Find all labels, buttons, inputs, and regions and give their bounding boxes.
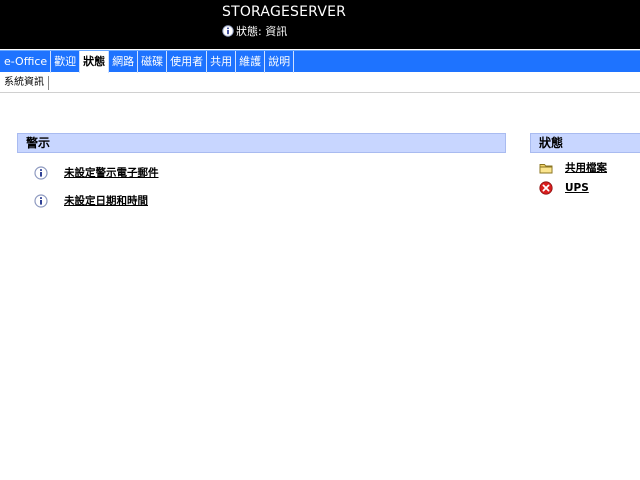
header-status-text: 狀態: 資訊 — [236, 25, 288, 38]
sub-nav: 系統資訊 — [0, 73, 640, 93]
nav-item-disks[interactable]: 磁碟 — [138, 50, 168, 73]
alert-item: 未設定警示電子郵件 — [34, 165, 159, 180]
info-icon — [34, 165, 48, 180]
alerts-panel-title: 警示 — [17, 133, 506, 153]
nav-item-maintenance[interactable]: 維護 — [236, 50, 266, 73]
nav-item-help[interactable]: 說明 — [265, 50, 295, 73]
folder-icon — [539, 163, 553, 173]
header-bar: STORAGESERVER 狀態: 資訊 — [0, 0, 640, 49]
alert-item: 未設定日期和時間 — [34, 193, 148, 208]
nav-item-eoffice[interactable]: e-Office — [0, 50, 52, 73]
status-item: 共用檔案 — [539, 160, 607, 175]
error-icon — [539, 181, 553, 195]
nav-item-status[interactable]: 狀態 — [80, 50, 110, 73]
nav-item-welcome[interactable]: 歡迎 — [51, 50, 81, 73]
status-panel-title: 狀態 — [530, 133, 640, 153]
nav-item-network[interactable]: 網路 — [109, 50, 139, 73]
main-nav: e-Office 歡迎 狀態 網路 磁碟 使用者 共用 維護 說明 — [0, 50, 640, 73]
status-item: UPS — [539, 181, 589, 195]
alert-datetime-link[interactable]: 未設定日期和時間 — [64, 193, 148, 208]
subnav-item-system-info[interactable]: 系統資訊 — [0, 75, 49, 90]
info-icon — [222, 25, 234, 37]
nav-item-shares[interactable]: 共用 — [207, 50, 237, 73]
status-shared-files-link[interactable]: 共用檔案 — [565, 160, 607, 175]
info-icon — [34, 193, 48, 208]
status-ups-link[interactable]: UPS — [565, 182, 589, 194]
server-name: STORAGESERVER — [222, 4, 347, 20]
alert-email-link[interactable]: 未設定警示電子郵件 — [64, 165, 159, 180]
header-status: 狀態: 資訊 — [222, 23, 287, 39]
nav-item-users[interactable]: 使用者 — [167, 50, 208, 73]
